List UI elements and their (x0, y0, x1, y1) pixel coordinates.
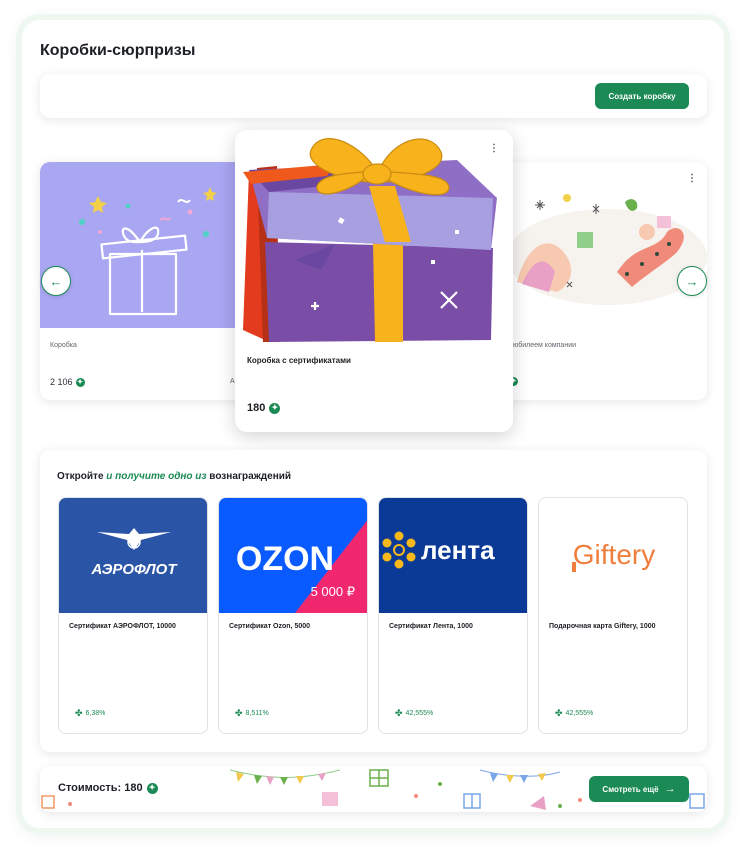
arrow-right-icon: → (685, 273, 699, 289)
coin-icon: ✦ (146, 782, 158, 794)
reward-name: Подарочная карта Giftery, 1000 (549, 623, 656, 630)
kebab-menu-icon[interactable]: ⋮ (687, 174, 697, 184)
box-price: 2 106 ✦ (50, 377, 85, 387)
box-label: Коробка (50, 342, 77, 349)
reward-chance-value: 42,555% (405, 710, 434, 717)
rewards-title-highlight: и получите одно из (106, 471, 207, 482)
logo-text: Giftery (573, 539, 655, 570)
carousel-next-button[interactable]: → (677, 266, 707, 296)
coin-icon: ✦ (75, 377, 85, 387)
box-price-value: 2 106 (50, 377, 73, 387)
box-card-left[interactable]: Коробка 2 106 ✦ А (40, 162, 250, 400)
box-price: 180 ✦ (247, 402, 281, 414)
carousel-prev-button[interactable]: ← (41, 266, 71, 296)
create-box-button[interactable]: Создать коробку (595, 83, 689, 109)
box-title: Коробка с сертификатами (247, 356, 351, 365)
rewards-title: Откройте и получите одно из вознагражден… (57, 471, 291, 482)
clover-icon: ✤ (235, 708, 243, 718)
giftery-logo: Giftery (539, 498, 687, 613)
logo-badge: 5 000 ₽ (311, 584, 355, 599)
reward-name: Сертификат Лента, 1000 (389, 623, 473, 630)
reward-chance: ✤ 8,511% (235, 708, 269, 719)
box-illustration (40, 162, 250, 328)
arrow-right-icon: → (664, 783, 676, 795)
ozon-logo: OZON 5 000 ₽ (219, 498, 367, 613)
reward-chance-value: 6,38% (85, 710, 106, 717)
reward-card[interactable]: Giftery Подарочная карта Giftery, 1000 ✤… (538, 497, 688, 734)
clover-icon: ✤ (75, 708, 83, 718)
page-title: Коробки-сюрпризы (40, 42, 196, 59)
reward-chance: ✤ 6,38% (75, 708, 105, 719)
reward-card[interactable]: OZON 5 000 ₽ Сертификат Ozon, 5000 ✤ 8,51… (218, 497, 368, 734)
lenta-logo: лента (379, 498, 527, 613)
logo-text: лента (421, 535, 495, 565)
reward-name: Сертификат Ozon, 5000 (229, 623, 311, 630)
gift-box-illustration (243, 138, 497, 342)
reward-name: Сертификат АЭРОФЛОТ, 10000 (69, 623, 176, 630)
box-card-selected[interactable]: ⋮ Коробка с сертификатами 180 ✦ (235, 130, 513, 432)
box-card-right[interactable]: ⋮ юбилеем компании ✦ (497, 162, 707, 400)
rewards-title-end: вознаграждений (206, 471, 292, 482)
logo-text: OZON (236, 540, 334, 578)
coin-icon: ✦ (269, 402, 281, 414)
clover-icon: ✤ (395, 708, 403, 718)
reward-card[interactable]: лента Сертификат Лента, 1000 ✤ 42,555% (378, 497, 528, 734)
reward-chance: ✤ 42,555% (555, 708, 593, 719)
cost-value: Стоимость: 180 (58, 782, 143, 794)
purchase-bar: Стоимость: 180 ✦ Смотреть ещё → (40, 766, 707, 812)
anniversary-illustration (497, 162, 707, 328)
see-more-label: Смотреть ещё (602, 784, 659, 794)
box-side-letter: А (230, 378, 235, 385)
reward-card[interactable]: АЭРОФЛОТ Сертификат АЭРОФЛОТ, 10000 ✤ 6,3… (58, 497, 208, 734)
aeroflot-logo: АЭРОФЛОТ (59, 498, 207, 613)
rewards-title-start: Откройте (57, 471, 107, 482)
toolbar: Создать коробку (40, 74, 707, 118)
box-price-value: 180 (247, 402, 266, 414)
see-more-button[interactable]: Смотреть ещё → (589, 776, 689, 802)
reward-chance-value: 8,511% (245, 710, 269, 717)
reward-chance: ✤ 42,555% (395, 708, 433, 719)
cost-label: Стоимость: 180 ✦ (58, 782, 158, 794)
rewards-panel: Откройте и получите одно из вознагражден… (40, 450, 707, 752)
box-label: юбилеем компании (513, 342, 577, 349)
logo-text: АЭРОФЛОТ (90, 561, 178, 578)
arrow-left-icon: ← (49, 273, 63, 289)
clover-icon: ✤ (555, 708, 563, 718)
reward-chance-value: 42,555% (565, 710, 594, 717)
